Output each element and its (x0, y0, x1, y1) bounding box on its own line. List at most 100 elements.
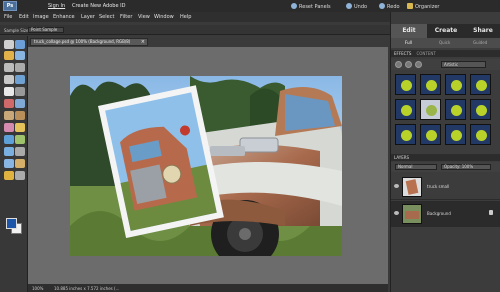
redo-button[interactable]: Redo (379, 3, 400, 10)
document-tab-title: truck_collage.psd @ 100% (Background, RG… (34, 39, 131, 44)
layer-thumbnail (402, 177, 422, 197)
gradient-tool-icon[interactable] (15, 135, 25, 144)
brush-tool-icon[interactable] (15, 123, 25, 132)
organizer-label: Organizer (415, 4, 440, 10)
effect-ball-icon (451, 80, 462, 91)
effect-thumbnail[interactable] (470, 99, 491, 120)
effect-ball-icon (426, 130, 437, 141)
sign-in-link[interactable]: Sign In (48, 3, 65, 9)
effects-panel-header[interactable]: EFFECTS CONTENT (391, 50, 500, 57)
effect-ball-icon (426, 105, 437, 116)
photo-effects-icon[interactable] (415, 61, 422, 68)
close-icon[interactable]: × (141, 39, 145, 45)
menu-layer[interactable]: Layer (81, 14, 95, 20)
blur-tool-icon[interactable] (15, 147, 25, 156)
tab-share[interactable]: Share (465, 24, 500, 38)
blend-mode-dropdown[interactable]: Normal (395, 164, 437, 170)
effect-thumbnail[interactable] (420, 99, 441, 120)
spot-healing-tool-icon[interactable] (15, 99, 25, 108)
hand-tool-icon[interactable] (4, 51, 14, 60)
edit-subtabs: Full Quick Guided (391, 38, 500, 48)
eye-icon[interactable] (394, 184, 399, 188)
menu-window[interactable]: Window (154, 14, 174, 20)
sample-size-dropdown[interactable]: Point Sample (28, 27, 64, 33)
effect-thumbnail[interactable] (445, 74, 466, 95)
organizer-icon (407, 3, 413, 9)
canvas-photo[interactable] (70, 76, 342, 256)
organizer-button[interactable]: Organizer (407, 3, 439, 10)
reset-panels-button[interactable]: Reset Panels (291, 3, 331, 10)
content-panel-tab[interactable]: CONTENT (416, 51, 435, 56)
layers-panel-header[interactable]: LAYERS (391, 154, 500, 161)
eraser-tool-icon[interactable] (4, 123, 14, 132)
effect-ball-icon (451, 130, 462, 141)
eyedropper-tool-icon[interactable] (15, 51, 25, 60)
effect-thumbnail[interactable] (470, 74, 491, 95)
toolbox (0, 36, 28, 292)
effect-ball-icon (401, 105, 412, 116)
effect-thumbnail[interactable] (420, 124, 441, 145)
effect-ball-icon (426, 80, 437, 91)
menu-image[interactable]: Image (33, 14, 49, 20)
effect-thumbnail[interactable] (470, 124, 491, 145)
reset-panels-label: Reset Panels (299, 4, 331, 10)
menu-enhance[interactable]: Enhance (53, 14, 75, 20)
layer-styles-icon[interactable] (405, 61, 412, 68)
sponge-tool-icon[interactable] (4, 159, 14, 168)
layer-name: Background (427, 211, 451, 216)
menu-view[interactable]: View (138, 14, 150, 20)
move-tool-icon[interactable] (4, 40, 14, 49)
pencil-tool-icon[interactable] (15, 111, 25, 120)
subtab-quick[interactable]: Quick (439, 40, 450, 45)
layer-row[interactable]: truck small (391, 174, 500, 200)
eye-icon[interactable] (394, 211, 399, 215)
zoom-tool-icon[interactable] (15, 40, 25, 49)
create-adobe-id-link[interactable]: Create New Adobe ID (72, 3, 125, 9)
smudge-tool-icon[interactable] (15, 159, 25, 168)
tab-create[interactable]: Create (428, 24, 464, 38)
zoom-level: 100% (32, 286, 44, 291)
status-bar: 100% 10.885 inches x 7.572 inches (... (28, 284, 388, 292)
app-logo: Ps (3, 1, 17, 11)
undo-button[interactable]: Undo (346, 3, 367, 10)
recompose-tool-icon[interactable] (15, 171, 25, 180)
sample-size-label: Sample Size: (4, 28, 30, 33)
effect-thumbnail[interactable] (395, 124, 416, 145)
effect-thumbnail[interactable] (445, 99, 466, 120)
foreground-color-swatch[interactable] (6, 218, 17, 229)
filters-icon[interactable] (395, 61, 402, 68)
effect-thumbnail[interactable] (445, 124, 466, 145)
menu-help[interactable]: Help (180, 14, 191, 20)
tab-edit[interactable]: Edit (391, 24, 427, 38)
lasso-tool-icon[interactable] (15, 63, 25, 72)
effect-thumbnail[interactable] (420, 74, 441, 95)
type-tool-icon[interactable] (4, 87, 14, 96)
document-tab[interactable]: truck_collage.psd @ 100% (Background, RG… (30, 38, 148, 46)
marquee-tool-icon[interactable] (4, 63, 14, 72)
subtab-guided[interactable]: Guided (473, 40, 487, 45)
layer-thumbnail-image (405, 179, 419, 195)
quick-selection-tool-icon[interactable] (15, 75, 25, 84)
menu-edit[interactable]: Edit (19, 14, 29, 20)
effect-thumbnail[interactable] (395, 99, 416, 120)
shape-tool-icon[interactable] (4, 147, 14, 156)
paint-bucket-tool-icon[interactable] (4, 135, 14, 144)
crop-tool-icon[interactable] (15, 87, 25, 96)
tool-options-bar: Sample Size: Point Sample (0, 25, 390, 35)
menu-select[interactable]: Select (99, 14, 114, 20)
redo-icon (379, 3, 385, 9)
layer-row[interactable]: Background (391, 201, 500, 227)
effects-category-dropdown[interactable]: Artistic (441, 61, 486, 68)
layers-toolbar: Normal Opacity: 100% (391, 162, 500, 172)
effect-thumbnail[interactable] (395, 74, 416, 95)
right-panel: Edit Create Share Full Quick Guided EFFE… (390, 12, 500, 292)
red-eye-tool-icon[interactable] (4, 99, 14, 108)
opacity-control[interactable]: Opacity: 100% (441, 164, 491, 170)
clone-stamp-tool-icon[interactable] (4, 111, 14, 120)
magic-wand-tool-icon[interactable] (4, 75, 14, 84)
menu-filter[interactable]: Filter (120, 14, 132, 20)
layer-thumbnail-image (405, 211, 419, 219)
menu-file[interactable]: File (4, 14, 12, 20)
subtab-full[interactable]: Full (405, 40, 412, 45)
custom-shape-tool-icon[interactable] (4, 171, 14, 180)
